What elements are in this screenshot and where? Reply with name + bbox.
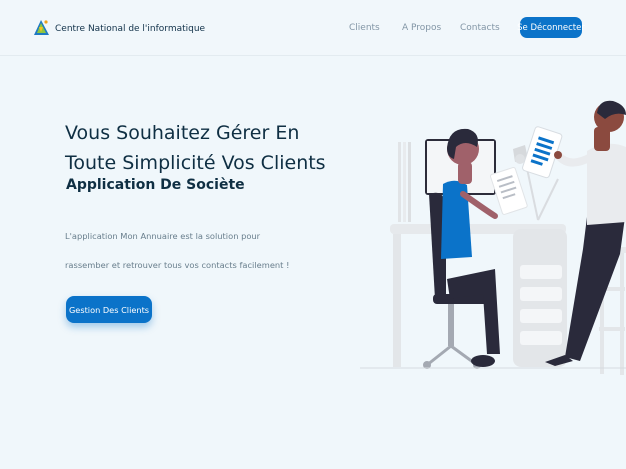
manage-clients-button[interactable]: Gestion Des Clients	[66, 296, 152, 323]
nav-link-clients[interactable]: Clients	[349, 23, 380, 33]
nav-link-a-propos[interactable]: A Propos	[402, 23, 441, 33]
brand-logo-icon	[34, 20, 49, 35]
navbar: Centre National de l'informatique Client…	[0, 0, 626, 56]
hero-title-line-1: Vous Souhaitez Gérer En	[65, 122, 300, 144]
office-illustration	[360, 100, 626, 375]
hero-description: L'application Mon Annuaire est la soluti…	[65, 231, 290, 270]
hero-subtitle: Application De Sociète	[66, 177, 245, 193]
nav-link-contacts[interactable]: Contacts	[460, 23, 500, 33]
logout-button[interactable]: Se Déconnecter	[517, 17, 585, 38]
hero-title-line-2: Toute Simplicité Vos Clients	[65, 152, 326, 174]
brand-name: Centre National de l'informatique	[55, 23, 206, 34]
hero-title: Vous Souhaitez Gérer En Toute Simplicité…	[65, 118, 326, 178]
brand[interactable]: Centre National de l'informatique	[34, 20, 205, 37]
